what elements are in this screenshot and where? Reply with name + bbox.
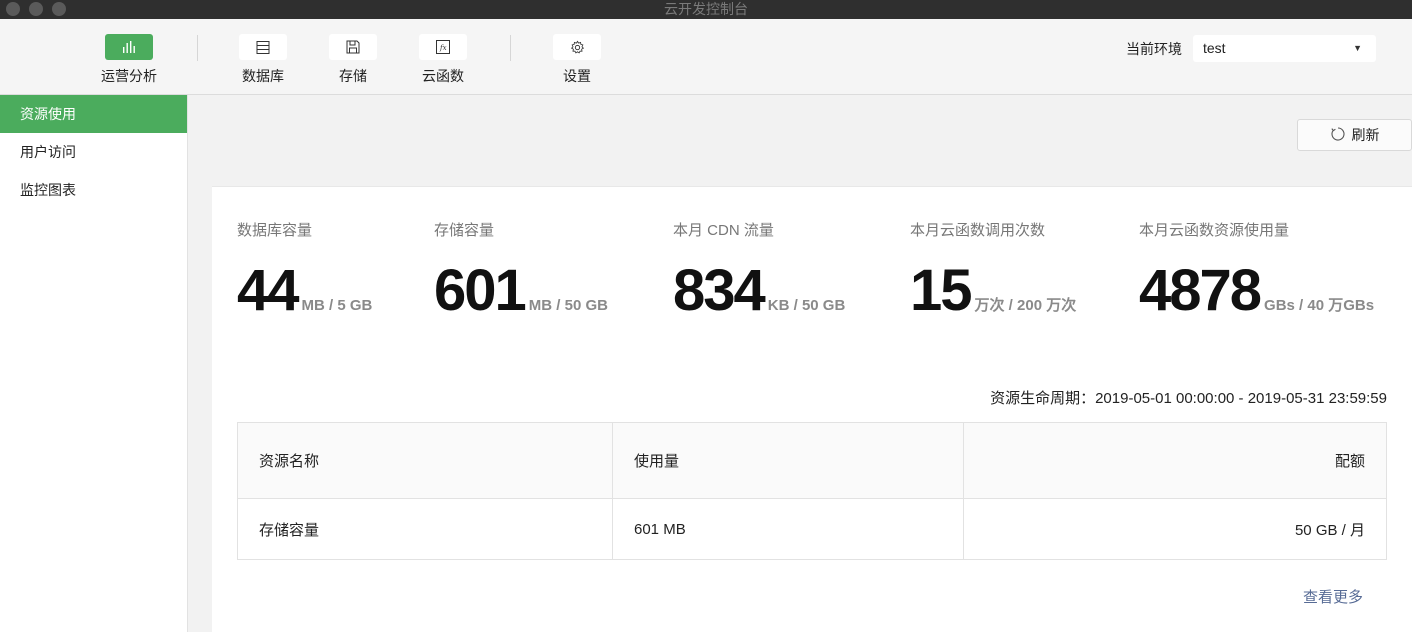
table-header-row: 资源名称 使用量 配额 (238, 423, 1386, 499)
tool-analytics-label: 运营分析 (101, 68, 157, 84)
caret-down-icon: ▼ (1353, 43, 1362, 53)
env-select[interactable]: test ▼ (1193, 35, 1376, 62)
stat-unit: MB / 5 GB (301, 297, 373, 314)
stat-value: 44 (237, 258, 299, 323)
stat-unit: MB / 50 GB (528, 297, 608, 314)
table-row: 存储容量 601 MB 50 GB / 月 (238, 499, 1386, 559)
table-cell: 601 MB (613, 499, 964, 559)
tool-database-label: 数据库 (242, 68, 284, 84)
tool-storage[interactable]: 存储 (329, 34, 377, 86)
env-select-value: test (1203, 40, 1226, 56)
stat-db-capacity: 数据库容量 44 MB / 5 GB (237, 219, 372, 320)
stat-unit: GBs / 40 万GBs (1264, 297, 1375, 314)
refresh-button[interactable]: 刷新 (1297, 119, 1412, 151)
function-icon: fx (419, 34, 467, 60)
env-label: 当前环境 (1126, 41, 1182, 57)
tool-functions-label: 云函数 (422, 68, 464, 84)
tool-functions[interactable]: fx 云函数 (419, 34, 467, 86)
sidebar-item-user-access[interactable]: 用户访问 (0, 133, 187, 171)
stat-value: 601 (434, 258, 527, 323)
resource-table: 资源名称 使用量 配额 存储容量 601 MB 50 GB / 月 (237, 422, 1387, 560)
toolbar-divider (510, 35, 511, 61)
stat-function-resources: 本月云函数资源使用量 4878 GBs / 40 万GBs (1139, 219, 1374, 320)
stat-label: 本月云函数资源使用量 (1139, 222, 1290, 239)
bar-chart-icon (105, 34, 153, 60)
table-header-cell: 使用量 (613, 423, 964, 498)
tool-analytics[interactable]: 运营分析 (101, 34, 157, 86)
resource-period: 资源生命周期：2019-05-01 00:00:00 - 2019-05-31 … (990, 390, 1387, 407)
table-header-cell: 资源名称 (238, 423, 613, 498)
stat-unit: KB / 50 GB (767, 297, 846, 314)
tool-settings[interactable]: 设置 (553, 34, 601, 86)
stat-function-calls: 本月云函数调用次数 15 万次 / 200 万次 (910, 219, 1076, 320)
table-cell: 50 GB / 月 (1294, 521, 1365, 539)
stat-value: 834 (673, 258, 766, 323)
stat-value: 4878 (1139, 258, 1262, 323)
toolbar: 运营分析 数据库 存储 fx 云函数 设置 当前环境 test ▼ (0, 19, 1412, 95)
database-icon (239, 34, 287, 60)
stat-cdn-traffic: 本月 CDN 流量 834 KB / 50 GB (673, 219, 845, 320)
gear-icon (553, 34, 601, 60)
sidebar-item-resource-usage[interactable]: 资源使用 (0, 95, 187, 133)
tool-storage-label: 存储 (339, 68, 367, 84)
stat-label: 本月云函数调用次数 (910, 222, 1046, 239)
stat-label: 存储容量 (434, 222, 495, 239)
tool-settings-label: 设置 (563, 68, 591, 84)
storage-icon (329, 34, 377, 60)
stat-label: 数据库容量 (237, 222, 313, 239)
sidebar-item-monitor-charts[interactable]: 监控图表 (0, 171, 187, 209)
stat-unit: 万次 / 200 万次 (974, 297, 1077, 314)
stat-value: 15 (910, 258, 972, 323)
view-more-link[interactable]: 查看更多 (1303, 586, 1363, 607)
refresh-label: 刷新 (1351, 127, 1380, 143)
table-cell: 存储容量 (238, 499, 613, 559)
refresh-icon (1330, 126, 1346, 145)
stat-label: 本月 CDN 流量 (673, 222, 774, 239)
stat-storage-capacity: 存储容量 601 MB / 50 GB (434, 219, 608, 320)
tool-database[interactable]: 数据库 (239, 34, 287, 86)
svg-text:fx: fx (439, 44, 447, 52)
title-bar: 云开发控制台 (0, 0, 1412, 19)
toolbar-divider (197, 35, 198, 61)
window-title: 云开发控制台 (664, 1, 748, 17)
sidebar: 资源使用 用户访问 监控图表 (0, 95, 188, 632)
table-header-cell: 配额 (1334, 453, 1365, 470)
resource-usage-card: 数据库容量 44 MB / 5 GB 存储容量 601 MB / 50 GB 本… (212, 186, 1412, 632)
